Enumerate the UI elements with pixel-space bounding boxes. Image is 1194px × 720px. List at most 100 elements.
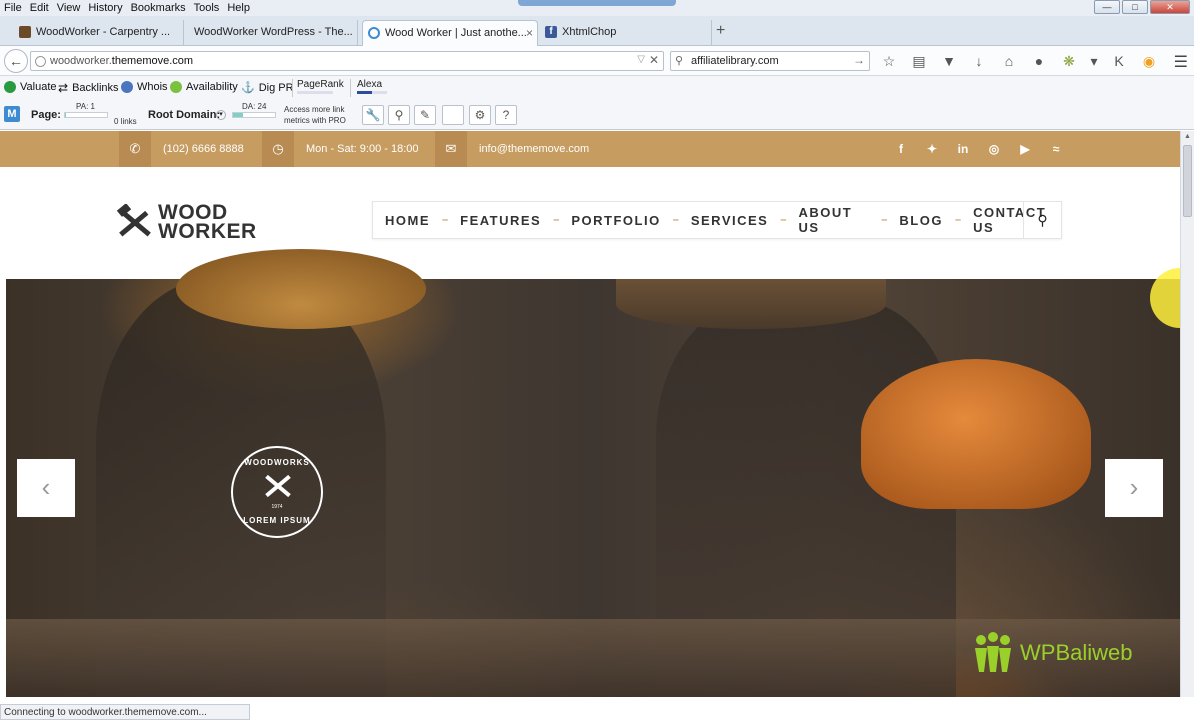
menu-help[interactable]: Help	[227, 2, 250, 14]
vertical-scrollbar[interactable]: ▲	[1180, 131, 1194, 697]
search-input[interactable]: affiliatelibrary.com	[691, 55, 779, 67]
tab-bar: WoodWorker - Carpentry ... WoodWorker Wo…	[0, 16, 1194, 46]
info-dropdown-icon[interactable]: ▾	[216, 110, 226, 120]
backlinks-arrows-icon: ⇄	[58, 81, 69, 95]
pocket-icon[interactable]: ▼	[940, 52, 958, 70]
slider-prev-button[interactable]: ‹	[17, 459, 75, 517]
hammer-chisel-logo-icon	[116, 204, 151, 237]
help-icon[interactable]: ?	[495, 105, 517, 125]
site-header: WOOD WORKER HOME – FEATURES – PORTFOLIO …	[0, 167, 1180, 279]
dribbble-icon[interactable]: ◎	[986, 141, 1002, 157]
window-controls: — □ ✕	[1094, 0, 1190, 14]
availability-icon	[170, 81, 182, 93]
close-window-button[interactable]: ✕	[1150, 0, 1190, 14]
tab-woodworker-carpentry[interactable]: WoodWorker - Carpentry ...	[14, 20, 184, 46]
search-bar[interactable]: ⚲ affiliatelibrary.com →	[670, 51, 870, 71]
blank-icon[interactable]	[442, 105, 464, 125]
loading-spinner-icon	[368, 27, 380, 39]
nav-about-us[interactable]: ABOUT US	[798, 205, 869, 235]
tab-label: WoodWorker WordPress - The...	[194, 26, 353, 38]
search-icon: ⚲	[675, 55, 684, 67]
linkedin-icon[interactable]: in	[955, 141, 971, 157]
menu-tools[interactable]: Tools	[194, 2, 220, 14]
nav-services[interactable]: SERVICES	[691, 213, 769, 228]
hamburger-menu-icon[interactable]: ☰	[1174, 52, 1188, 72]
whois-button[interactable]: Whois	[121, 81, 168, 93]
url-text: woodworker.thememove.com	[50, 55, 194, 67]
reading-list-icon[interactable]: ▤	[910, 52, 928, 70]
extension-icon[interactable]: ❋	[1060, 52, 1078, 70]
home-icon[interactable]: ⌂	[1000, 52, 1018, 70]
navigation-bar: ← woodworker.thememove.com ▽ ✕ ⚲ affilia…	[0, 46, 1194, 76]
chat-icon[interactable]: ●	[1030, 52, 1048, 70]
backlinks-button[interactable]: ⇄ Backlinks	[58, 81, 119, 95]
new-tab-button[interactable]: +	[716, 22, 725, 40]
menu-history[interactable]: History	[88, 2, 122, 14]
settings-gear-icon[interactable]: ⚙	[469, 105, 491, 125]
pa-value: PA: 1	[76, 102, 95, 111]
nav-features[interactable]: FEATURES	[460, 213, 541, 228]
clock-icon: ◷	[262, 131, 294, 167]
valuate-button[interactable]: Valuate	[4, 81, 57, 93]
addon-k-icon[interactable]: K	[1110, 52, 1128, 70]
wrench-icon[interactable]: 🔧	[362, 105, 384, 125]
magnifier-icon[interactable]: ⚲	[388, 105, 410, 125]
logo-line-2: WORKER	[158, 220, 257, 243]
email-link[interactable]: info@thememove.com	[479, 143, 589, 155]
site-search-icon[interactable]: ⚲	[1023, 202, 1061, 238]
nav-home[interactable]: HOME	[385, 213, 430, 228]
access-more-text[interactable]: Access more link	[284, 105, 344, 114]
wpbaliweb-logo-icon	[975, 632, 1011, 672]
seo-toolbar: Valuate ⇄ Backlinks Whois Availability ⚓…	[0, 76, 1194, 100]
nav-separator: –	[954, 214, 962, 226]
bookmark-star-icon[interactable]: ☆	[880, 52, 898, 70]
search-go-icon[interactable]: →	[853, 53, 865, 67]
twitter-icon[interactable]: ✦	[924, 141, 940, 157]
download-icon[interactable]: ↓	[970, 52, 988, 70]
menu-bookmarks[interactable]: Bookmarks	[131, 2, 186, 14]
root-domain-label: Root Domain:	[148, 109, 221, 121]
email-info: ✉ info@thememove.com	[435, 131, 589, 167]
main-navigation: HOME – FEATURES – PORTFOLIO – SERVICES –…	[372, 201, 1062, 239]
top-contact-bar: ✆ (102) 6666 8888 ◷ Mon - Sat: 9:00 - 18…	[0, 131, 1180, 167]
nav-blog[interactable]: BLOG	[899, 213, 943, 228]
scroll-up-icon[interactable]: ▲	[1184, 133, 1191, 140]
dropdown-icon[interactable]: ▾	[1090, 52, 1098, 70]
menu-view[interactable]: View	[57, 2, 81, 14]
menu-file[interactable]: File	[4, 2, 22, 14]
hero-hat-orange	[861, 359, 1091, 509]
phone-info: ✆ (102) 6666 8888	[119, 131, 244, 167]
nav-separator: –	[442, 214, 449, 226]
availability-button[interactable]: Availability	[170, 81, 238, 93]
site-logo[interactable]: WOOD WORKER	[116, 202, 257, 243]
da-value: DA: 24	[242, 102, 267, 111]
wpbaliweb-text: WPBaliweb	[1020, 640, 1133, 665]
moz-logo-icon[interactable]: M	[4, 106, 20, 122]
badge-top-text: WOODWORKS	[244, 458, 310, 467]
addon-orange-icon[interactable]: ◉	[1140, 52, 1158, 70]
access-more-text-2[interactable]: metrics with PRO	[284, 116, 346, 125]
page-label: Page:	[31, 109, 61, 121]
scrollbar-thumb[interactable]	[1183, 145, 1192, 217]
nav-portfolio[interactable]: PORTFOLIO	[571, 213, 660, 228]
url-dropdown-icon[interactable]: ▽	[637, 54, 645, 65]
menu-edit[interactable]: Edit	[30, 2, 49, 14]
rss-icon[interactable]: ≈	[1048, 141, 1064, 157]
tab-wood-worker-active[interactable]: Wood Worker | Just anothe... ×	[362, 20, 538, 46]
url-bar[interactable]: woodworker.thememove.com ▽ ✕	[30, 51, 664, 71]
back-button[interactable]: ←	[4, 49, 28, 73]
facebook-icon[interactable]: f	[893, 141, 909, 157]
stop-icon[interactable]: ✕	[649, 53, 659, 67]
close-tab-icon[interactable]: ×	[526, 21, 533, 45]
maximize-button[interactable]: □	[1122, 0, 1148, 14]
highlighter-icon[interactable]: ✎	[414, 105, 436, 125]
dollar-icon	[4, 81, 16, 93]
nav-separator: –	[672, 214, 679, 226]
minimize-button[interactable]: —	[1094, 0, 1120, 14]
dig-pr-button[interactable]: ⚓ Dig PR	[241, 81, 294, 95]
youtube-icon[interactable]: ▶	[1017, 141, 1033, 157]
tab-favicon-icon	[19, 26, 31, 38]
tab-woodworker-wordpress[interactable]: WoodWorker WordPress - The...	[186, 20, 358, 46]
tab-xhtmlchop[interactable]: f XhtmlChop	[540, 20, 712, 46]
slider-next-button[interactable]: ›	[1105, 459, 1163, 517]
